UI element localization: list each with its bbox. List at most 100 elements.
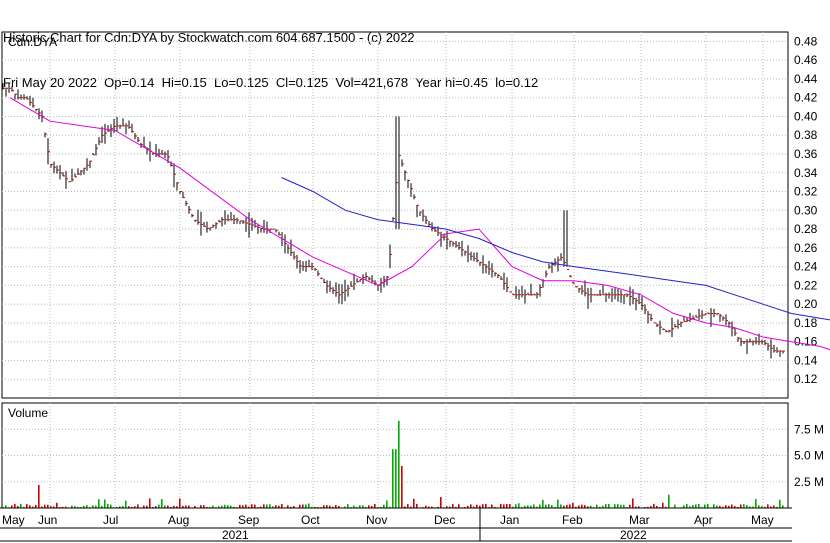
month-label: May	[2, 513, 25, 527]
price-tick-label: 0.22	[794, 278, 818, 292]
month-label: Oct	[301, 513, 320, 527]
price-tick-label: 0.44	[794, 72, 818, 86]
price-tick-label: 0.38	[794, 128, 818, 142]
volume-bar	[755, 498, 757, 508]
volume-bar	[572, 502, 574, 508]
volume-bar	[539, 504, 541, 508]
volume-bar	[506, 503, 508, 508]
volume-bar	[470, 504, 472, 508]
volume-bar	[38, 484, 40, 508]
price-tick-label: 0.20	[794, 297, 818, 311]
volume-bar	[581, 504, 583, 508]
volume-bar	[398, 420, 400, 508]
price-tick-label: 0.42	[794, 91, 818, 105]
volume-bar	[26, 504, 28, 508]
volume-bar	[518, 503, 520, 508]
volume-bar	[515, 504, 517, 508]
price-bars	[2, 82, 785, 359]
volume-bar	[125, 500, 127, 508]
volume-bar	[14, 503, 16, 508]
month-label: Jun	[38, 513, 57, 527]
volume-bar	[779, 499, 781, 508]
price-tick-label: 0.36	[794, 147, 818, 161]
volume-bar	[500, 503, 502, 508]
volume-bars	[2, 420, 784, 508]
volume-bar	[653, 503, 655, 508]
volume-bar	[632, 498, 634, 508]
volume-bar	[668, 494, 670, 508]
volume-bar	[557, 499, 559, 508]
price-tick-label: 0.24	[794, 260, 818, 274]
volume-bar	[686, 504, 688, 508]
volume-bar	[158, 504, 160, 508]
volume-bar	[767, 504, 769, 508]
volume-bar	[491, 504, 493, 508]
volume-bar	[542, 499, 544, 508]
volume-bar	[386, 500, 388, 508]
volume-bar	[245, 504, 247, 508]
volume-bar	[266, 504, 268, 508]
month-label: May	[751, 513, 774, 527]
volume-bar	[308, 503, 310, 508]
volume-bar	[416, 503, 418, 508]
volume-bar	[707, 503, 709, 508]
volume-bar	[56, 502, 58, 508]
price-tick-label: 0.14	[794, 353, 818, 367]
volume-bar	[674, 504, 676, 508]
volume-bar	[485, 503, 487, 508]
month-label: Aug	[168, 513, 189, 527]
volume-bar	[533, 504, 535, 508]
volume-bar	[698, 503, 700, 508]
volume-bar	[548, 504, 550, 508]
volume-bar	[596, 504, 598, 508]
month-label: Jan	[500, 513, 519, 527]
price-tick-label: 0.40	[794, 109, 818, 123]
volume-bar	[374, 503, 376, 508]
volume-bar	[614, 504, 616, 508]
month-label: Apr	[694, 513, 713, 527]
volume-bar	[347, 504, 349, 508]
volume-bar	[305, 504, 307, 508]
volume-bar	[608, 503, 610, 508]
volume-bar	[458, 504, 460, 508]
month-label: Dec	[434, 513, 455, 527]
volume-bar	[731, 504, 733, 508]
month-label: Mar	[629, 513, 650, 527]
moving-average-short	[9, 97, 830, 351]
volume-bar	[560, 504, 562, 508]
price-tick-label: 0.18	[794, 316, 818, 330]
month-label: Sep	[238, 513, 260, 527]
volume-bar	[509, 504, 511, 508]
volume-bar	[98, 499, 100, 508]
price-tick-label: 0.30	[794, 203, 818, 217]
volume-bar	[605, 504, 607, 508]
volume-bar	[401, 466, 403, 508]
volume-bar	[104, 499, 106, 508]
volume-bar	[395, 449, 397, 508]
volume-bar	[413, 498, 415, 508]
year-label: 2022	[620, 528, 647, 542]
volume-bar	[281, 503, 283, 508]
month-label: Feb	[562, 513, 583, 527]
volume-bar	[149, 498, 151, 508]
volume-bar	[503, 504, 505, 508]
stock-chart: 0.48 0.46 0.44 0.42 0.40 0.38 0.36 0.34 0.32 0.30…	[0, 31, 830, 542]
volume-bar	[137, 504, 139, 508]
price-tick-label: 0.26	[794, 241, 818, 255]
month-label: Nov	[366, 513, 387, 527]
volume-tick-label: 5.0 M	[794, 449, 824, 463]
price-tick-label: 0.12	[794, 372, 818, 386]
volume-tick-label: 2.5 M	[794, 475, 824, 489]
volume-bar	[662, 502, 664, 508]
volume-bar	[107, 503, 109, 508]
price-tick-label: 0.16	[794, 335, 818, 349]
volume-bar	[269, 504, 271, 508]
price-panel-frame	[1, 31, 789, 399]
volume-bar	[392, 449, 394, 508]
volume-label: Volume	[8, 406, 48, 420]
price-tick-label: 0.32	[794, 185, 818, 199]
volume-bar	[407, 504, 409, 508]
volume-bar	[740, 504, 742, 508]
volume-bar	[440, 497, 442, 508]
volume-bar	[302, 504, 304, 508]
